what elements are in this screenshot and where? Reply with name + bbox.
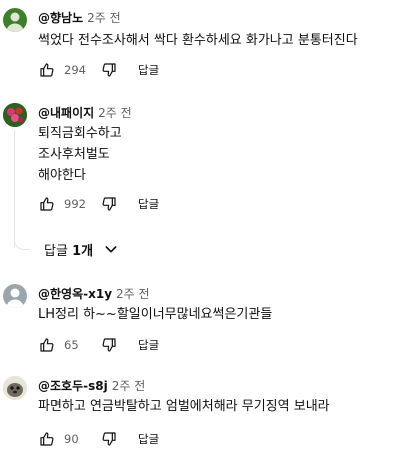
comment-header: @한영옥-x1y 2주 전 bbox=[38, 285, 150, 302]
reply-button[interactable]: 답글 bbox=[138, 431, 159, 447]
like-count: 294 bbox=[64, 63, 86, 77]
comment-item: @조호두-s8j 2주 전 파면하고 연금박탈하고 엄벌에처해라 무기징역 보내라… bbox=[0, 368, 408, 451]
comment-actions: 65 답글 bbox=[38, 335, 159, 355]
reply-button[interactable]: 답글 bbox=[138, 62, 159, 78]
comment-text: 썩었다 전수조사해서 싹다 환수하세요 화가나고 분통터진다 bbox=[38, 30, 358, 51]
comment-item: @향남노 2주 전 썩었다 전수조사해서 싹다 환수하세요 화가나고 분통터진다 … bbox=[0, 0, 408, 85]
comment-line: 썩었다 전수조사해서 싹다 환수하세요 화가나고 분통터진다 bbox=[38, 33, 358, 48]
comment-time[interactable]: 2주 전 bbox=[112, 379, 146, 393]
comment-line: 조사후처벌도 bbox=[38, 147, 110, 162]
thumbs-up-icon[interactable] bbox=[38, 195, 56, 213]
user-silhouette-icon bbox=[6, 288, 24, 308]
flower-avatar-icon bbox=[3, 103, 27, 127]
comment-line: LH정리 하~~할일이너무많네요썩은기관들 bbox=[38, 307, 273, 322]
comment-line: 해야한다 bbox=[38, 168, 86, 183]
reply-button[interactable]: 답글 bbox=[138, 196, 159, 212]
like-count: 992 bbox=[64, 197, 86, 211]
comment-time[interactable]: 2주 전 bbox=[98, 106, 132, 120]
comment-line: 퇴직금회수하고 bbox=[38, 126, 122, 141]
comment-item: @내패이지 2주 전 퇴직금회수하고 조사후처벌도 해야한다 992 답글 bbox=[0, 95, 408, 230]
thumbs-down-icon[interactable] bbox=[100, 195, 118, 213]
like-count: 90 bbox=[64, 432, 79, 446]
avatar[interactable] bbox=[3, 8, 27, 32]
thumbs-down-icon[interactable] bbox=[100, 430, 118, 448]
comment-actions: 294 답글 bbox=[38, 60, 159, 80]
thumbs-down-icon[interactable] bbox=[100, 61, 118, 79]
comment-text: 퇴직금회수하고 조사후처벌도 해야한다 bbox=[38, 123, 122, 186]
comment-text: LH정리 하~~할일이너무많네요썩은기관들 bbox=[38, 304, 272, 325]
comment-actions: 992 답글 bbox=[38, 194, 159, 214]
author-name[interactable]: @한영옥-x1y bbox=[38, 287, 112, 301]
thumbs-up-icon[interactable] bbox=[38, 430, 56, 448]
reply-button[interactable]: 답글 bbox=[138, 337, 159, 353]
thumbs-down-icon[interactable] bbox=[100, 336, 118, 354]
comment-actions: 90 답글 bbox=[38, 429, 159, 449]
avatar[interactable] bbox=[3, 376, 27, 400]
avatar[interactable] bbox=[3, 284, 27, 308]
replies-label: 답글 bbox=[44, 243, 73, 259]
comment-line: 파면하고 연금박탈하고 엄벌에처해라 무기징역 보내라 bbox=[38, 399, 330, 414]
user-silhouette-icon bbox=[6, 12, 24, 32]
dog-avatar-icon bbox=[3, 376, 27, 400]
chevron-down-icon bbox=[103, 241, 119, 257]
comment-header: @향남노 2주 전 bbox=[38, 9, 121, 26]
replies-count: 1개 bbox=[72, 243, 94, 259]
comment-text: 파면하고 연금박탈하고 엄벌에처해라 무기징역 보내라 bbox=[38, 396, 330, 417]
comment-header: @조호두-s8j 2주 전 bbox=[38, 377, 145, 394]
replies-toggle-button[interactable]: 답글 1개 bbox=[44, 238, 119, 260]
author-name[interactable]: @향남노 bbox=[38, 11, 83, 25]
thread-line bbox=[14, 130, 15, 248]
comment-time[interactable]: 2주 전 bbox=[87, 11, 121, 25]
author-name[interactable]: @내패이지 bbox=[38, 106, 94, 120]
thumbs-up-icon[interactable] bbox=[38, 336, 56, 354]
comment-time[interactable]: 2주 전 bbox=[116, 287, 150, 301]
author-name[interactable]: @조호두-s8j bbox=[38, 379, 108, 393]
thumbs-up-icon[interactable] bbox=[38, 61, 56, 79]
avatar[interactable] bbox=[3, 103, 27, 127]
thread-line-curve bbox=[14, 236, 30, 250]
comment-item: @한영옥-x1y 2주 전 LH정리 하~~할일이너무많네요썩은기관들 65 답글 bbox=[0, 276, 408, 361]
like-count: 65 bbox=[64, 338, 79, 352]
comment-header: @내패이지 2주 전 bbox=[38, 104, 132, 121]
